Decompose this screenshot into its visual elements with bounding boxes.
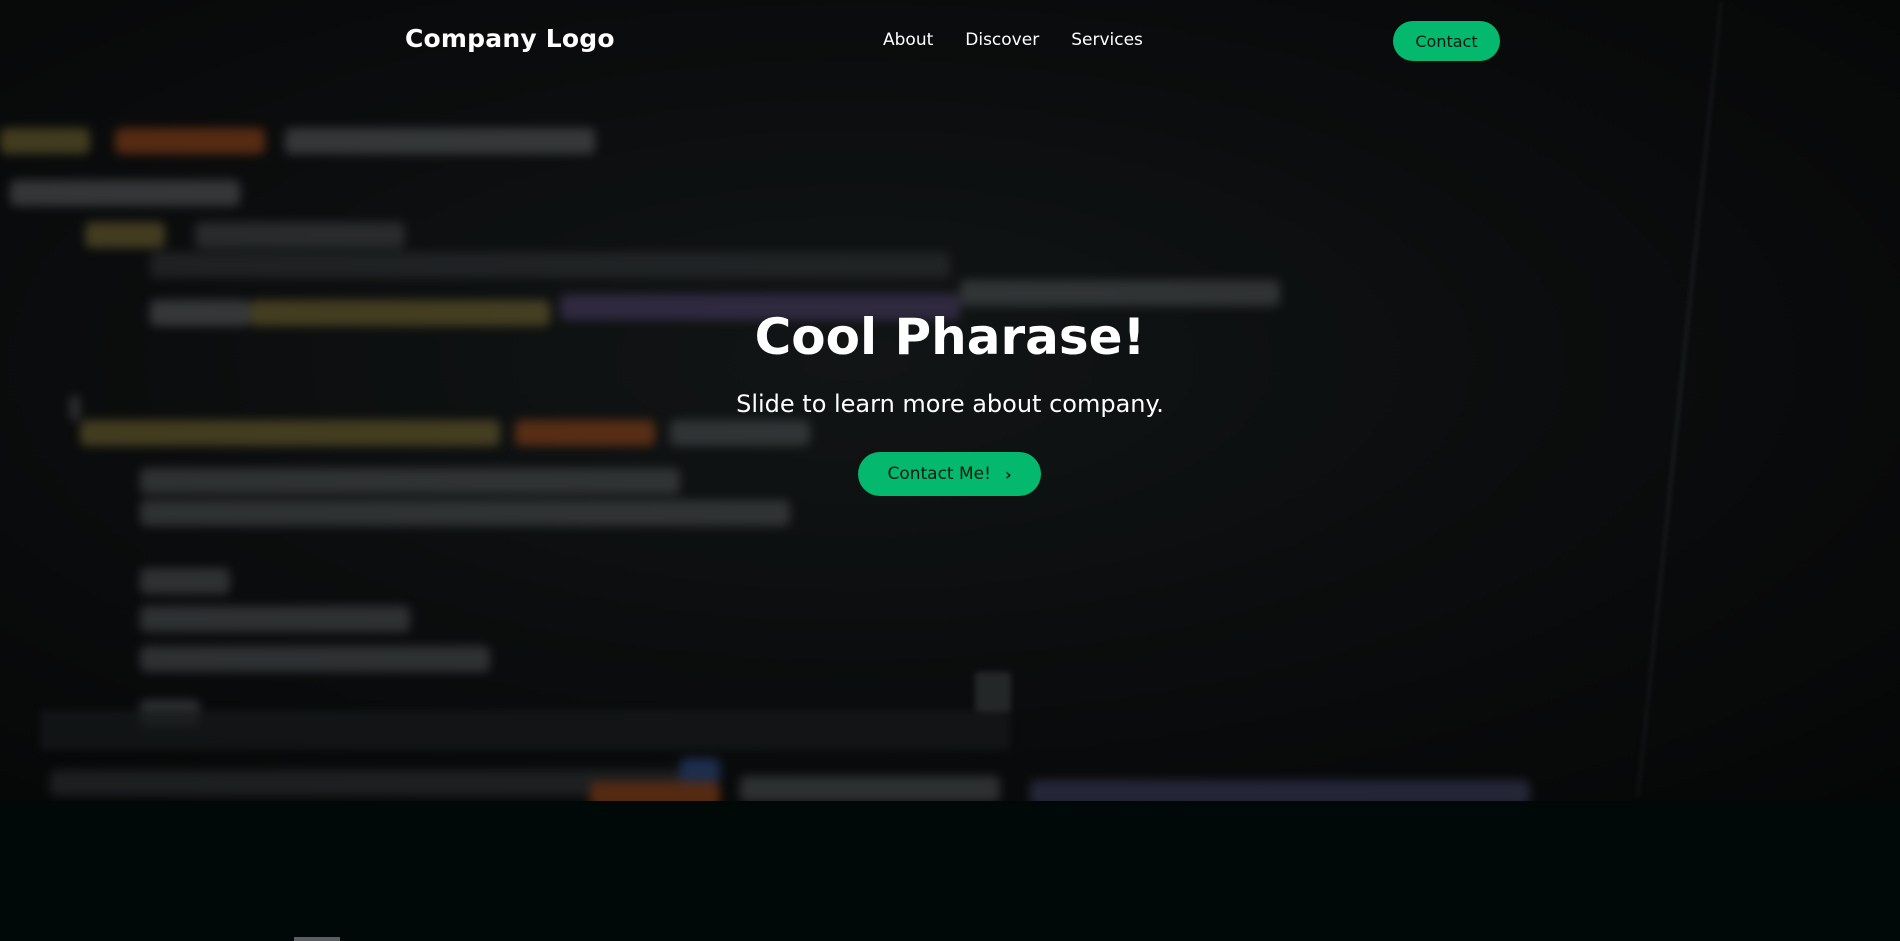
- horizontal-scrollbar-thumb[interactable]: [294, 937, 340, 941]
- contact-me-label: Contact Me!: [887, 464, 991, 484]
- company-logo[interactable]: Company Logo: [405, 24, 615, 53]
- contact-button[interactable]: Contact: [1393, 21, 1500, 61]
- nav-link-services[interactable]: Services: [1071, 30, 1143, 50]
- hero-title: Cool Pharase!: [754, 308, 1146, 366]
- hero-section: Company Logo About Discover Services Con…: [0, 0, 1900, 801]
- nav-link-about[interactable]: About: [883, 30, 933, 50]
- page-bottom-section: [0, 801, 1900, 941]
- chevron-right-icon: ›: [1004, 464, 1012, 484]
- contact-me-button[interactable]: Contact Me! ›: [858, 452, 1041, 496]
- nav-links: About Discover Services: [883, 30, 1143, 50]
- hero-subtitle: Slide to learn more about company.: [736, 390, 1164, 418]
- nav-link-discover[interactable]: Discover: [965, 30, 1039, 50]
- navbar: Company Logo About Discover Services Con…: [0, 0, 1900, 80]
